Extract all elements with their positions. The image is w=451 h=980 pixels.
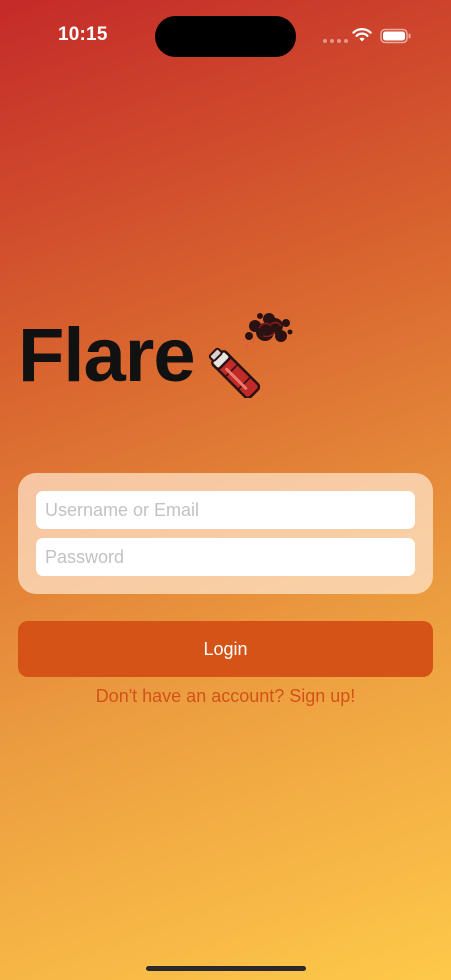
- home-indicator[interactable]: [146, 966, 306, 971]
- app-title: Flare: [18, 313, 196, 398]
- dynamic-island: [155, 16, 296, 57]
- battery-icon: [380, 28, 411, 44]
- login-form-card: [18, 473, 433, 594]
- password-input[interactable]: [36, 538, 415, 576]
- signup-link[interactable]: Don't have an account? Sign up!: [0, 686, 451, 707]
- flare-stick-icon: [208, 313, 293, 398]
- status-time: 10:15: [58, 24, 108, 45]
- signal-icon: [323, 39, 348, 43]
- wifi-icon: [352, 28, 372, 42]
- login-button[interactable]: Login: [18, 621, 433, 677]
- username-input[interactable]: [36, 491, 415, 529]
